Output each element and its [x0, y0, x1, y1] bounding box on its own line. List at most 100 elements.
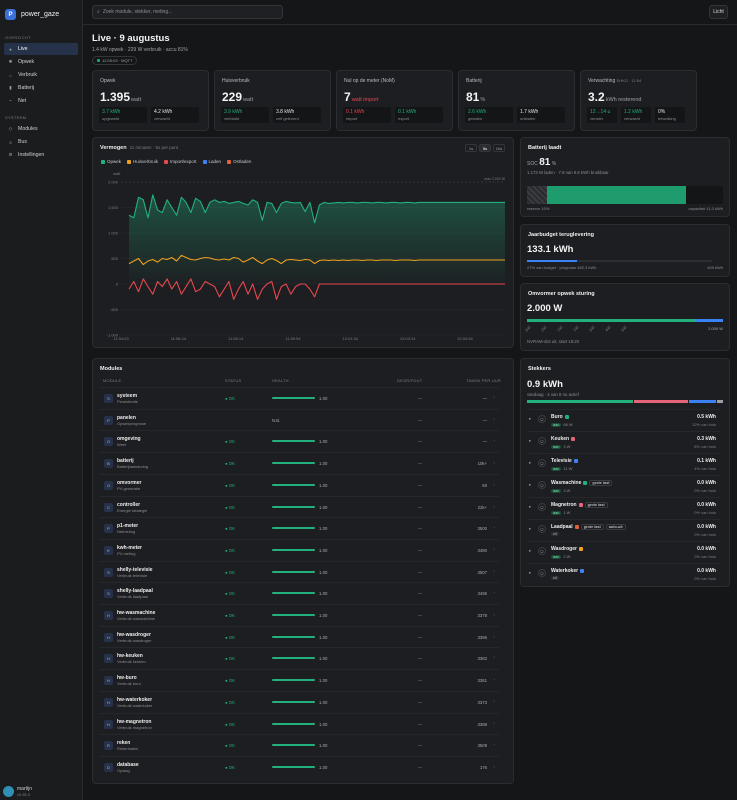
stekker-tags: aan 3 W: [551, 444, 570, 449]
sidebar-item-net[interactable]: ⌁ Net: [4, 95, 78, 107]
sidebar-item-verbruik[interactable]: ⌂ Verbruik: [4, 69, 78, 81]
module-row-hw-buro[interactable]: H hw-buro Verbruik buro ● OK 1.00 — 3381…: [100, 669, 499, 690]
vermogen-card: Vermogen 11 minuten · 5s per punt 1s 5s 1…: [92, 137, 514, 348]
range-5s-button[interactable]: 5s: [479, 144, 491, 152]
omvormer-ticks: 300 250 150 100 300 400 500: [524, 325, 645, 333]
stekker-row-laadpaal[interactable]: ▸ ⏻ Laadpaal grote last auto-uit uit 0.0 k…: [527, 519, 720, 541]
chevron-right-icon[interactable]: ▸: [529, 504, 531, 510]
module-row-shelly-laadpaal[interactable]: S shelly-laadpaal Verbruik laadpaal ● OK…: [100, 582, 499, 603]
sidebar-item-instellingen[interactable]: ⚙ Instellingen: [4, 149, 78, 161]
sidebar-item-bus[interactable]: ≡ Bus: [4, 136, 78, 148]
module-desc: Netmeting: [117, 529, 136, 535]
module-row-shelly-televisie[interactable]: S shelly-televisie Verbruik televisie ● …: [100, 560, 499, 582]
module-row-systeem[interactable]: S systeem Persistentie ● OK 1.00 — — ›: [100, 387, 499, 408]
app-name: power_gaze: [21, 11, 60, 18]
module-row-hw-keuken[interactable]: H hw-keuken Verbruik keuken ● OK 1.00 — …: [100, 647, 499, 668]
theme-toggle-button[interactable]: Licht: [709, 5, 728, 19]
module-status: ● OK: [225, 547, 235, 553]
legend-item[interactable]: Ontladen: [227, 159, 251, 164]
chevron-right-icon[interactable]: ▸: [529, 548, 531, 554]
page-title: Live · 9 augustus: [92, 33, 170, 44]
bus-icon: ≡: [9, 139, 12, 145]
range-1s-button[interactable]: 1s: [465, 144, 477, 152]
user-menu[interactable]: martijn v0.85.0: [3, 786, 32, 797]
module-desc: Opwekprognose: [117, 420, 147, 426]
stekker-row-buro[interactable]: ▸ ⏻ Buro aan 66 W 0.5 kWh 12% van huis: [527, 409, 720, 431]
module-row-batterij[interactable]: B batterij Batterijaansturing ● OK 1.00 …: [100, 452, 499, 473]
module-row-database[interactable]: D database Opslag ● OK 1.00 — 176 ›: [100, 755, 499, 777]
power-icon[interactable]: ⏻: [538, 547, 546, 555]
module-row-kwh-meter[interactable]: K kwh-meter PV-meting ● OK 1.00 — 3480 ›: [100, 538, 499, 560]
stekker-row-magnetron[interactable]: ▸ ⏻ Magnetron grote last aan 1 W 0.0 kWh 0…: [527, 497, 720, 519]
sidebar-item-opwek[interactable]: ✺ Opwek: [4, 56, 78, 68]
module-desc: Batterijaansturing: [117, 464, 149, 470]
health-value: 1.00: [319, 396, 328, 401]
stekker-pct: 12% van huis: [691, 422, 716, 427]
module-avatar: S: [104, 567, 113, 577]
search-placeholder: Zoek module, stekker, meting...: [102, 9, 173, 15]
power-icon[interactable]: ⏻: [538, 481, 546, 489]
chevron-right-icon[interactable]: ▸: [529, 438, 531, 444]
module-row-hw-wasmachine[interactable]: H hw-wasmachine Verbruik wasmachine ● OK…: [100, 604, 499, 625]
health-bar: [272, 744, 315, 747]
module-row-controller[interactable]: C controller Energie strategie ● OK 1.00…: [100, 495, 499, 517]
power-icon[interactable]: ⏻: [538, 459, 546, 467]
legend-item[interactable]: Huisverbruik: [127, 159, 158, 164]
health-value: 1.00: [319, 591, 328, 597]
stekker-row-televisie[interactable]: ▸ ⏻ Televisie aan 11 W 0.1 kWh 4% van hui…: [527, 453, 720, 475]
legend-swatch: [164, 159, 169, 164]
module-row-panelen[interactable]: P panelen Opwekprognose N.B. — — ›: [100, 408, 499, 430]
module-row-hw-wasdroger[interactable]: H hw-wasdroger Verbruik wasdroger ● OK 1…: [100, 625, 499, 647]
stekker-row-waterkoker[interactable]: ▸ ⏻ Waterkoker uit 0.0 kWh 0% van huis: [527, 563, 720, 585]
sidebar-item-modules[interactable]: ◇ Modules: [4, 123, 78, 135]
kpi-stat: 4.2 kWh verwacht: [151, 107, 199, 123]
share-segment: [717, 400, 724, 403]
stekker-row-wasdroger[interactable]: ▸ ⏻ Wasdroger aan 2 W 0.0 kWh 0% van huis: [527, 541, 720, 563]
power-icon[interactable]: ⏻: [538, 437, 546, 445]
module-avatar: H: [104, 654, 113, 664]
legend-item[interactable]: Import/export: [164, 159, 197, 164]
module-row-hw-waterkoker[interactable]: H hw-waterkoker Verbruik waterkoker ● OK…: [100, 690, 499, 712]
power-icon[interactable]: ⏻: [538, 525, 546, 533]
kpi-label: Nul op de meter (NoM): [344, 78, 395, 84]
power-icon[interactable]: ⏻: [538, 415, 546, 423]
power-icon[interactable]: ⏻: [538, 569, 546, 577]
chevron-right-icon[interactable]: ▸: [529, 570, 531, 576]
chevron-right-icon[interactable]: ▸: [529, 482, 531, 488]
power-icon[interactable]: ⏻: [538, 503, 546, 511]
chevron-right-icon[interactable]: ▸: [529, 460, 531, 466]
module-avatar: H: [104, 719, 113, 729]
module-errors: —: [418, 547, 423, 553]
sidebar-item-live[interactable]: ● Live: [4, 43, 78, 55]
chevron-right-icon: ›: [493, 416, 495, 423]
sidebar-item-batterij[interactable]: ▮ Batterij: [4, 82, 78, 94]
module-row-omvormer[interactable]: O omvormer PV-generatie ● OK 1.00 — 60 ›: [100, 473, 499, 495]
soc-line: SOC 81 %: [527, 157, 556, 168]
search-input[interactable]: ⌕ Zoek module, stekker, meting...: [92, 5, 283, 19]
chart-legend: Opwek Huisverbruik Import/export Laden Ontla…: [101, 159, 251, 164]
col-health: HEALTH: [272, 378, 289, 383]
legend-item[interactable]: Laden: [202, 159, 221, 164]
health-bar: [272, 440, 315, 443]
stekker-value: 0.0 kWh: [697, 568, 716, 574]
module-row-reken[interactable]: R reken Rekenhalen ● OK 1.00 — 3508 ›: [100, 734, 499, 755]
module-row-hw-magnetron[interactable]: H hw-magnetron Verbruik magnetron ● OK 1…: [100, 712, 499, 734]
kpi-stat-label: bewolking: [658, 116, 676, 121]
module-status: ● OK: [225, 634, 235, 640]
legend-item[interactable]: Opwek: [101, 159, 121, 164]
app-version: v0.85.0: [17, 792, 31, 797]
kpi-stat: 0.1 kWh export: [395, 107, 443, 123]
module-avatar: D: [104, 762, 113, 772]
module-row-omgeving[interactable]: O omgeving Weer ● OK 1.00 — — ›: [100, 430, 499, 451]
chevron-right-icon[interactable]: ▸: [529, 416, 531, 422]
stekker-value: 0.0 kWh: [697, 546, 716, 552]
stekker-row-keuken[interactable]: ▸ ⏻ Keuken aan 3 W 0.3 kWh 8% van huis: [527, 431, 720, 453]
chevron-right-icon[interactable]: ▸: [529, 526, 531, 532]
stekker-power: 3 W: [563, 444, 571, 449]
stekker-row-wasmachine[interactable]: ▸ ⏻ Wasmachine grote last aan 3 W 0.0 kWh …: [527, 475, 720, 497]
brand[interactable]: P power_gaze: [0, 0, 82, 29]
kpi-unit: kWh resterend: [605, 97, 642, 103]
module-desc: PV-meting: [117, 550, 136, 556]
range-10s-button[interactable]: 10s: [493, 144, 505, 152]
module-row-p1-meter[interactable]: P p1-meter Netmeting ● OK 1.00 — 3500 ›: [100, 517, 499, 538]
